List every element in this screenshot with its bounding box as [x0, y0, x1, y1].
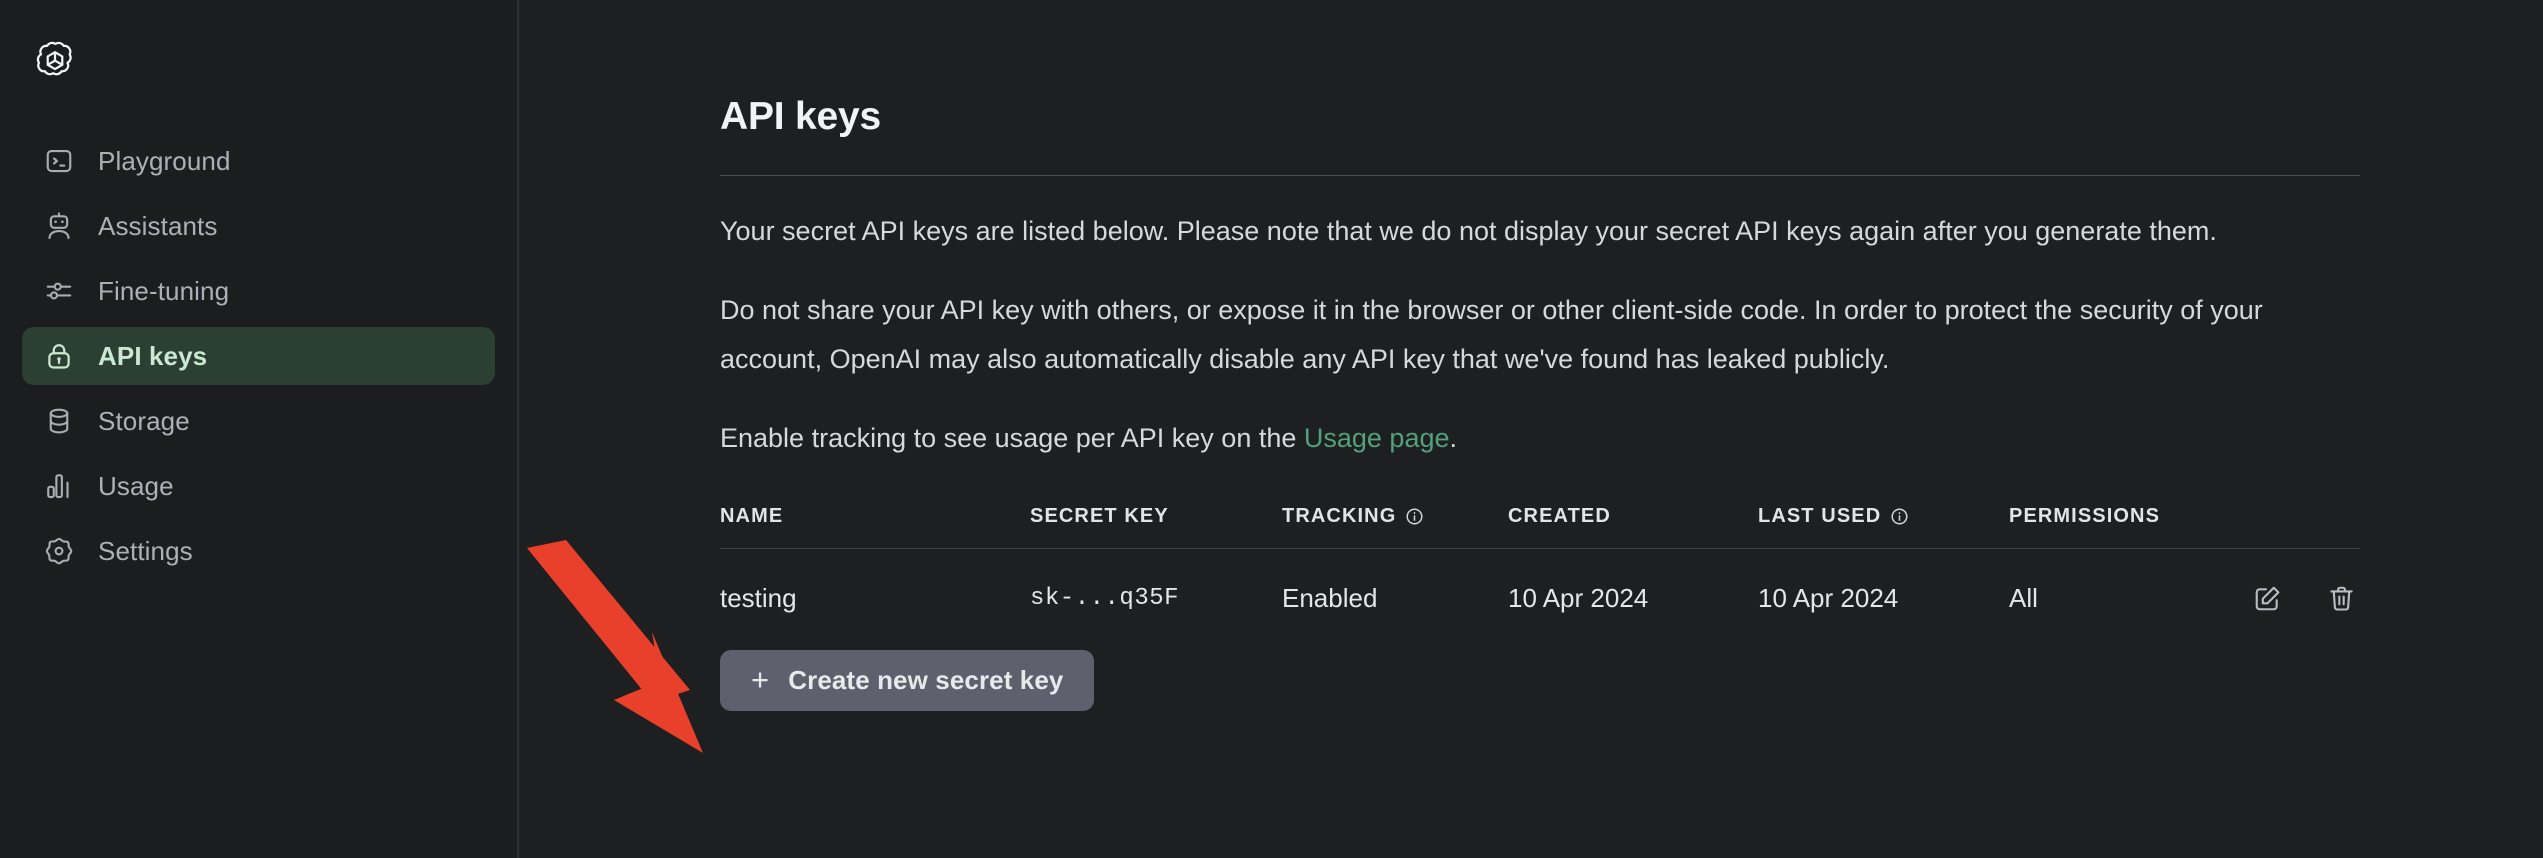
intro-paragraph: Your secret API keys are listed below. P… [720, 216, 2217, 246]
sidebar-item-label: Playground [98, 145, 231, 176]
sidebar-item-label: Usage [98, 470, 174, 501]
sidebar-item-fine-tuning[interactable]: Fine-tuning [22, 262, 495, 320]
tracking-paragraph-period: . [1449, 423, 1458, 453]
sidebar-item-api-keys[interactable]: API keys [22, 327, 495, 385]
column-header-actions [2209, 505, 2360, 549]
column-header-label: SECRET KEY [1030, 505, 1169, 527]
table-body: testing sk-...q35F Enabled 10 Apr 2024 1… [720, 549, 2360, 615]
table-header: NAME SECRET KEY TRACKING CREATED LAST US… [720, 505, 2360, 549]
page-title: API keys [720, 95, 882, 138]
delete-key-button[interactable] [2326, 584, 2356, 614]
usage-page-link[interactable]: Usage page [1304, 423, 1450, 453]
edit-key-button[interactable] [2252, 584, 2282, 614]
column-header-secret-key: SECRET KEY [1030, 505, 1282, 549]
sliders-icon [44, 276, 74, 306]
robot-icon [44, 211, 74, 241]
plus-icon: + [751, 662, 770, 697]
column-header-label: LAST USED [1758, 505, 1882, 527]
tracking-paragraph-text: Enable tracking to see usage per API key… [720, 423, 1304, 453]
tracking-paragraph: Enable tracking to see usage per API key… [720, 414, 2340, 463]
openai-logo-icon [36, 41, 72, 76]
main-content: API keys Your secret API keys are listed… [519, 0, 2543, 858]
gear-icon [44, 536, 74, 566]
title-divider [720, 175, 2360, 176]
cell-created: 10 Apr 2024 [1508, 583, 1649, 613]
cell-name: testing [720, 583, 797, 613]
edit-icon [2253, 584, 2282, 613]
cell-tracking: Enabled [1282, 583, 1378, 613]
sidebar-item-label: Storage [98, 405, 190, 436]
column-header-label: PERMISSIONS [2009, 505, 2161, 527]
cell-last-used: 10 Apr 2024 [1758, 583, 1899, 613]
create-new-secret-key-button[interactable]: + Create new secret key [720, 650, 1095, 711]
warning-paragraph: Do not share your API key with others, o… [720, 295, 2263, 374]
table-row: testing sk-...q35F Enabled 10 Apr 2024 1… [720, 549, 2360, 615]
lock-icon [44, 341, 74, 371]
cell-secret-key: sk-...q35F [1030, 585, 1180, 612]
column-header-name: NAME [720, 505, 1030, 549]
sidebar-nav: Playground Assistants Fine-tuning API ke… [0, 132, 517, 580]
sidebar-item-label: Fine-tuning [98, 275, 230, 306]
sidebar-item-label: Settings [98, 535, 193, 566]
sidebar-item-label: Assistants [98, 210, 218, 241]
column-header-created: CREATED [1508, 505, 1758, 549]
openai-logo[interactable] [26, 32, 84, 90]
cell-actions [2209, 549, 2360, 615]
database-icon [44, 406, 74, 436]
sidebar-item-storage[interactable]: Storage [22, 392, 495, 450]
sidebar-item-settings[interactable]: Settings [22, 522, 495, 580]
trash-icon [2327, 584, 2356, 613]
column-header-label: NAME [720, 505, 784, 527]
cell-permissions: All [2009, 583, 2038, 613]
sidebar: Playground Assistants Fine-tuning API ke… [0, 0, 519, 858]
sidebar-item-label: API keys [98, 340, 208, 371]
api-keys-page: Playground Assistants Fine-tuning API ke… [0, 0, 2543, 858]
column-header-label: TRACKING [1282, 505, 1397, 527]
bar-chart-icon [44, 471, 74, 501]
info-circle-icon[interactable] [1405, 507, 1424, 526]
sidebar-item-assistants[interactable]: Assistants [22, 197, 495, 255]
info-circle-icon[interactable] [1890, 507, 1909, 526]
sidebar-item-playground[interactable]: Playground [22, 132, 495, 190]
column-header-last-used: LAST USED [1758, 505, 2009, 549]
create-button-label: Create new secret key [788, 665, 1064, 695]
api-keys-table: NAME SECRET KEY TRACKING CREATED LAST US… [720, 505, 2360, 614]
terminal-icon [44, 146, 74, 176]
column-header-label: CREATED [1508, 505, 1611, 527]
column-header-permissions: PERMISSIONS [2009, 505, 2209, 549]
column-header-tracking: TRACKING [1282, 505, 1508, 549]
sidebar-item-usage[interactable]: Usage [22, 457, 495, 515]
